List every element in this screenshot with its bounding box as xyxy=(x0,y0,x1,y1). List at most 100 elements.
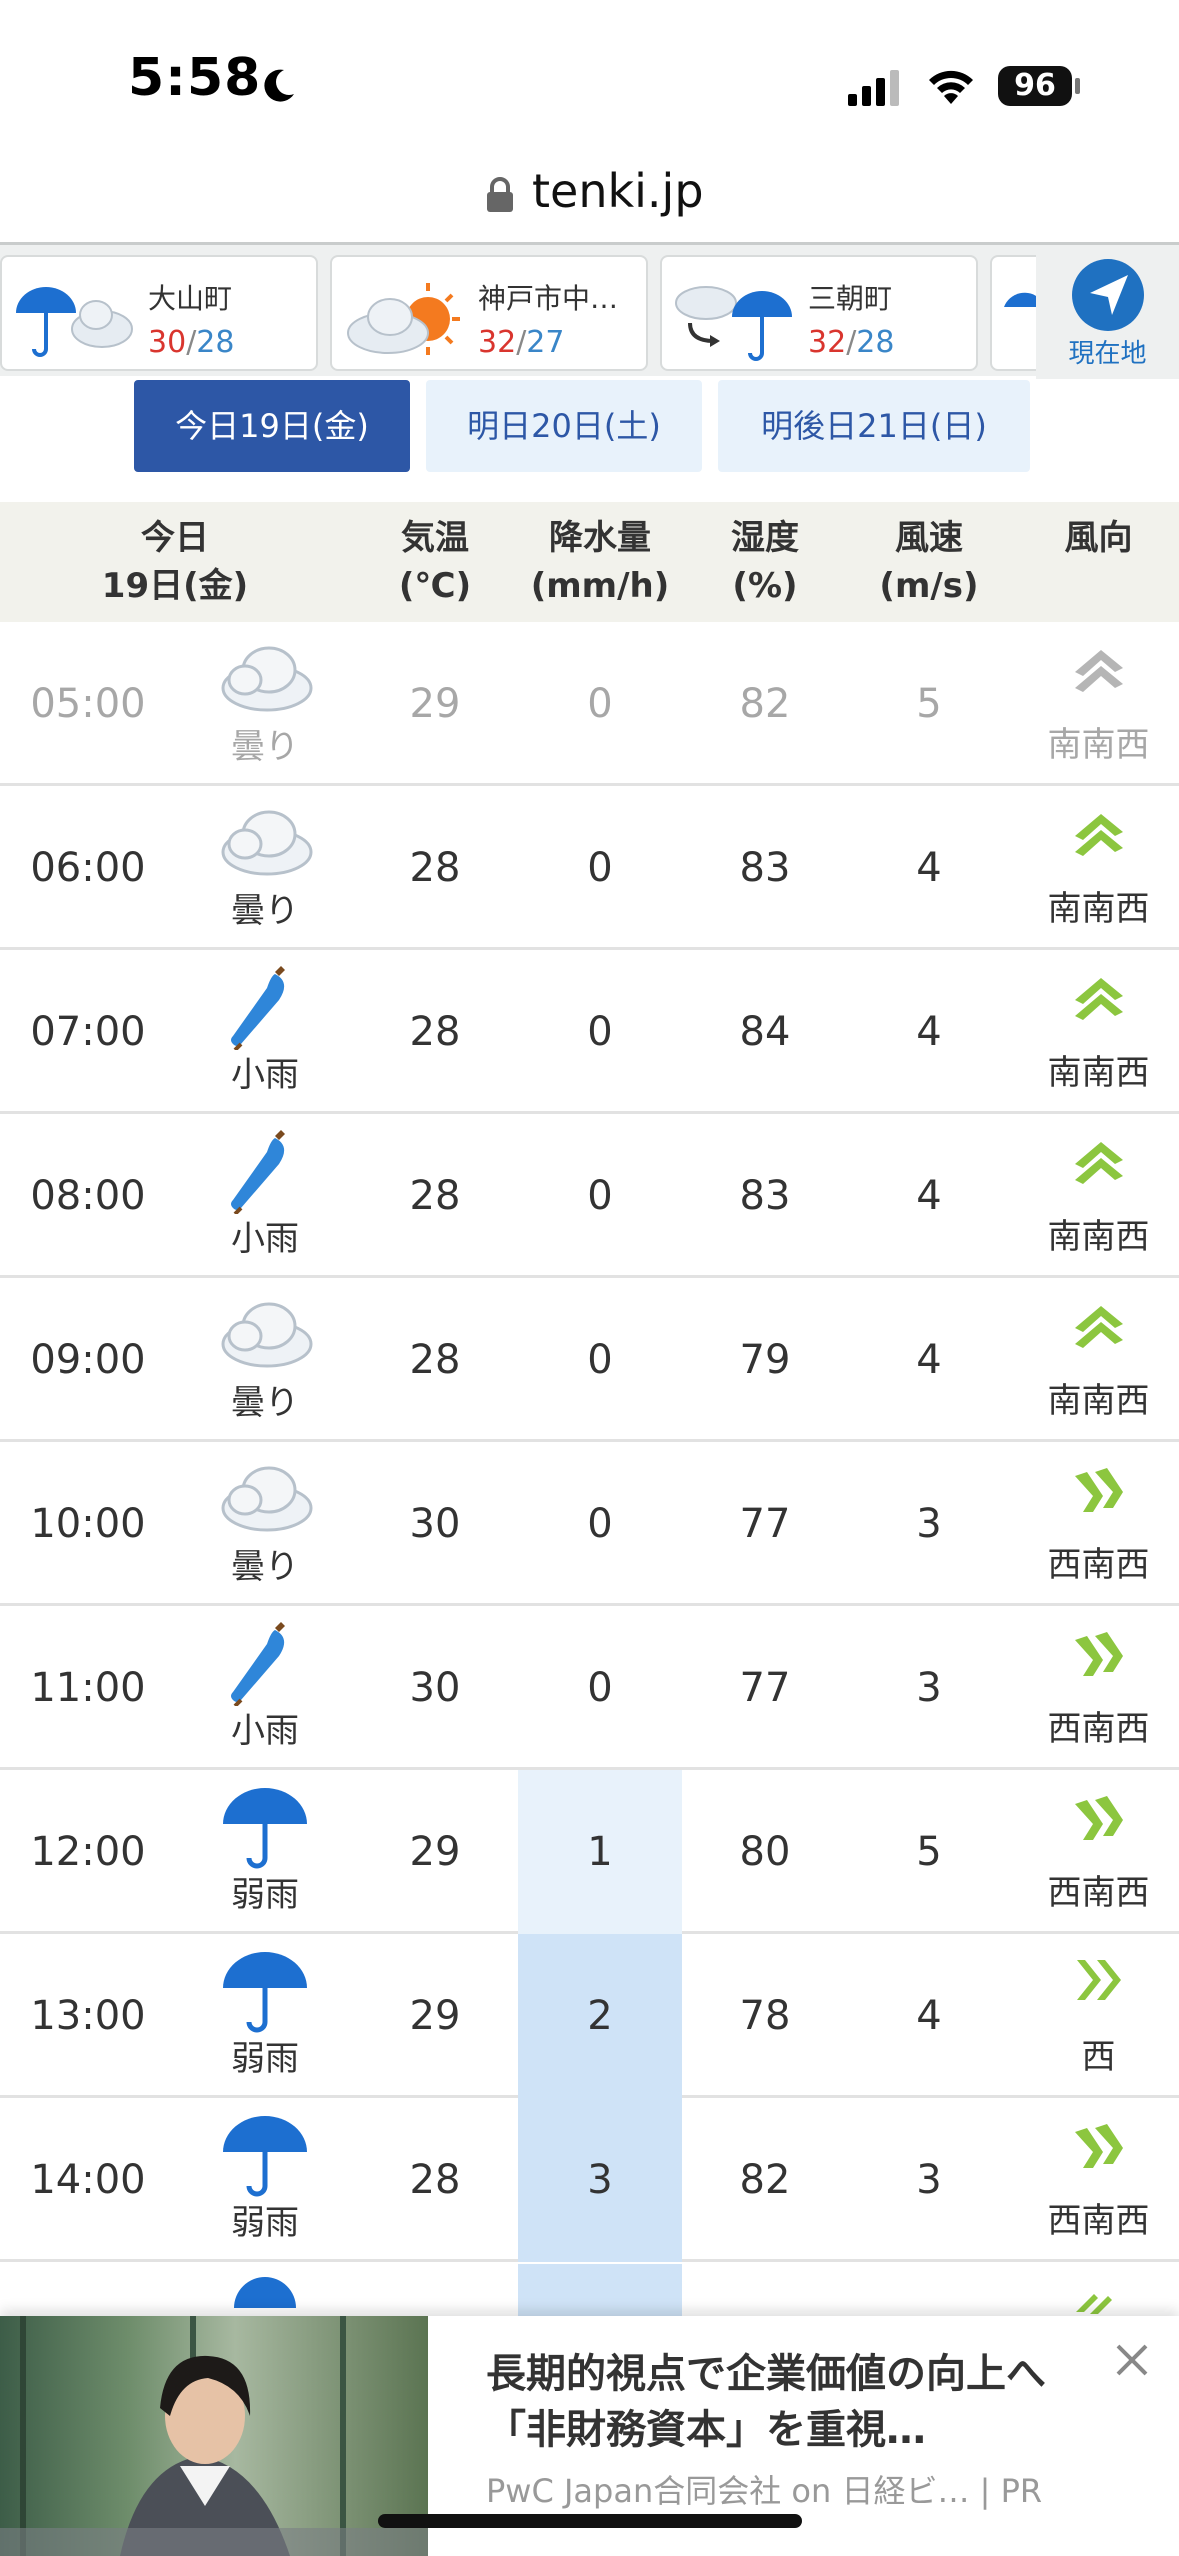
location-temps: 32/27 xyxy=(478,325,564,360)
tab-today[interactable]: 今日19日(金) xyxy=(134,380,410,472)
row-weather: 曇り xyxy=(200,622,330,786)
row-wind-dir-label: 南南西 xyxy=(1047,889,1150,929)
location-temps: 30/28 xyxy=(148,325,234,360)
row-wind-dir: 南南西 xyxy=(1018,786,1179,950)
row-wind-speed: 4 xyxy=(916,1337,942,1383)
location-name: 大山町 xyxy=(148,282,233,315)
ad-photo xyxy=(0,2316,428,2556)
row-temp: 28 xyxy=(409,2157,461,2203)
header-precip-line1: 降水量 xyxy=(549,518,651,558)
wind-arrow-icon xyxy=(1075,1468,1123,1512)
row-humidity: 77 xyxy=(739,1501,791,1547)
row-wind-dir-label: 南南西 xyxy=(1047,1217,1150,1257)
cloud-sun-icon xyxy=(347,283,460,355)
row-wind-dir-label: 南南西 xyxy=(1047,1053,1150,1093)
row-weather: 弱雨 xyxy=(200,1770,330,1934)
header-day: 今日 19日(金) xyxy=(0,514,350,610)
table-row: 08:00 小雨 28 0 83 4 南南西 xyxy=(0,1114,1179,1278)
header-wind-speed-line1: 風速 xyxy=(895,518,963,558)
row-time: 11:00 xyxy=(30,1665,146,1711)
cellular-signal-icon xyxy=(848,70,899,106)
tab-tomorrow[interactable]: 明日20日(土) xyxy=(426,380,702,472)
row-precip: 0 xyxy=(587,1009,613,1055)
row-precip: 0 xyxy=(587,1501,613,1547)
cloud-then-rain-icon xyxy=(675,286,792,361)
row-wind-dir: 南南西 xyxy=(1018,950,1179,1114)
ad-image[interactable] xyxy=(0,2316,428,2556)
row-temp: 30 xyxy=(409,1501,461,1547)
row-temp: 28 xyxy=(409,1337,461,1383)
precip-cell-partial xyxy=(518,2264,682,2324)
ad-advertiser: PwC Japan合同会社 on 日経ビ… xyxy=(486,2472,970,2510)
row-time: 14:00 xyxy=(30,2157,146,2203)
header-humidity-line1: 湿度 xyxy=(731,518,799,558)
row-wind-dir-label: 南南西 xyxy=(1047,725,1150,765)
wind-arrow-icon xyxy=(1075,2124,1123,2168)
row-weather-label: 弱雨 xyxy=(231,2039,299,2079)
table-row: 11:00 小雨 30 0 77 3 西南西 xyxy=(0,1606,1179,1770)
closed-umbrella-icon xyxy=(231,1130,285,1214)
row-temp: 28 xyxy=(409,1173,461,1219)
header-temp: 気温 (℃) xyxy=(370,514,500,610)
cloud-icon xyxy=(221,1302,313,1368)
row-time: 12:00 xyxy=(30,1829,146,1875)
row-temp: 28 xyxy=(409,845,461,891)
row-wind-speed: 3 xyxy=(916,1501,942,1547)
day-tabs: 今日19日(金) 明日20日(土) 明後日21日(日) xyxy=(0,376,1179,506)
table-row: 06:00 曇り 28 0 83 4 南南西 xyxy=(0,786,1179,950)
cloud-icon xyxy=(221,810,313,876)
temp-min: 28 xyxy=(856,325,895,360)
table-row: 12:00 弱雨 29 1 80 5 西南西 xyxy=(0,1770,1179,1934)
wifi-icon xyxy=(929,70,973,104)
header-day-line1: 今日 xyxy=(141,518,209,558)
row-weather-label: 小雨 xyxy=(231,1711,299,1751)
header-wind-speed: 風速 (m/s) xyxy=(864,514,994,610)
wind-arrow-icon xyxy=(1075,978,1123,1020)
header-precip: 降水量 (mm/h) xyxy=(518,514,682,610)
temp-max: 30 xyxy=(148,325,187,360)
row-wind-speed: 5 xyxy=(916,681,942,727)
location-strip: 大山町 30/28 神戸市中… 32/27 三朝町 32/28 現在地 xyxy=(0,242,1179,379)
table-row: 05:00 曇り 29 0 82 5 南南西 xyxy=(0,622,1179,786)
umbrella-icon xyxy=(223,2116,307,2197)
row-wind-dir: 西 xyxy=(1018,1934,1179,2098)
row-humidity: 84 xyxy=(739,1009,791,1055)
header-humidity-line2: (%) xyxy=(732,566,798,606)
url-domain[interactable]: tenki.jp xyxy=(532,164,704,218)
row-weather-label: 弱雨 xyxy=(231,1875,299,1915)
location-card-daisen[interactable]: 大山町 30/28 xyxy=(0,255,318,371)
row-wind-dir-label: 西南西 xyxy=(1047,1709,1150,1749)
row-weather-label: 曇り xyxy=(231,1383,299,1423)
status-bar: 5:58 96 xyxy=(0,0,1179,150)
row-wind-dir-label: 西南西 xyxy=(1047,1545,1150,1585)
row-weather: 弱雨 xyxy=(200,2098,330,2262)
temp-max: 32 xyxy=(478,325,517,360)
row-time: 09:00 xyxy=(30,1337,146,1383)
row-weather-label: 小雨 xyxy=(231,1219,299,1259)
row-weather-label: 曇り xyxy=(231,891,299,931)
url-bar[interactable]: tenki.jp xyxy=(0,150,1179,242)
row-weather-label: 曇り xyxy=(231,1547,299,1587)
row-time: 13:00 xyxy=(30,1993,146,2039)
table-row: 14:00 弱雨 28 3 82 3 西南西 xyxy=(0,2098,1179,2262)
row-wind-dir: 西南西 xyxy=(1018,1770,1179,1934)
row-wind-dir: 西南西 xyxy=(1018,2098,1179,2262)
header-temp-line1: 気温 xyxy=(401,518,469,558)
row-weather: 曇り xyxy=(200,1278,330,1442)
tab-day-after-tomorrow[interactable]: 明後日21日(日) xyxy=(718,380,1030,472)
row-humidity: 83 xyxy=(739,845,791,891)
temp-separator: / xyxy=(186,325,197,360)
wind-arrow-icon xyxy=(1075,1632,1123,1676)
row-temp: 29 xyxy=(409,681,461,727)
close-icon[interactable] xyxy=(1112,2340,1152,2380)
row-wind-dir: 西南西 xyxy=(1018,1606,1179,1770)
row-wind-speed: 3 xyxy=(916,2157,942,2203)
location-card-kobe[interactable]: 神戸市中… 32/27 xyxy=(330,255,648,371)
ad-headline[interactable]: 長期的視点で企業価値の向上へ 「非財務資本」を重視… xyxy=(486,2346,1116,2458)
header-wind-dir-line1: 風向 xyxy=(1064,518,1133,558)
temp-max: 32 xyxy=(808,325,847,360)
current-location-button[interactable]: 現在地 xyxy=(1036,245,1179,379)
row-wind-speed: 4 xyxy=(916,845,942,891)
location-card-misasa[interactable]: 三朝町 32/28 xyxy=(660,255,978,371)
row-wind-dir-label: 西南西 xyxy=(1047,2201,1150,2241)
